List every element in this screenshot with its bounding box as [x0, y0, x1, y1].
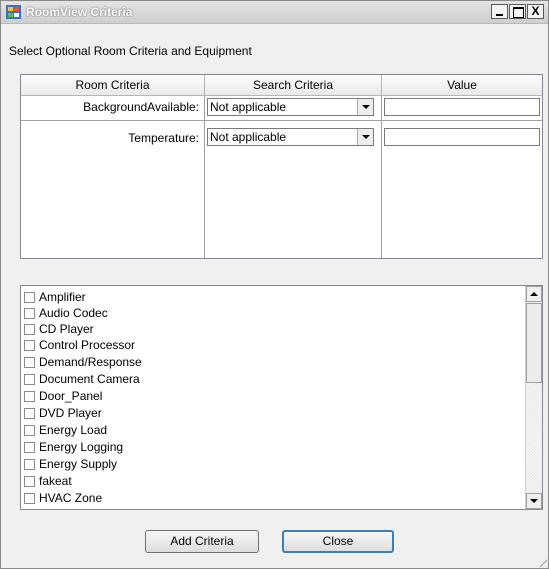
checkbox[interactable] [24, 458, 35, 470]
equipment-label: Amplifier [39, 290, 86, 304]
equipment-label: fakeat [39, 474, 72, 488]
search-criteria-value: Not applicable [210, 100, 287, 114]
checkbox[interactable] [24, 441, 35, 453]
header-search-criteria[interactable]: Search Criteria [205, 75, 382, 96]
list-item[interactable]: Amplifier [24, 289, 86, 305]
list-item[interactable]: Document Camera [24, 371, 140, 387]
equipment-label: Door_Panel [39, 389, 103, 403]
equipment-label: Energy Load [39, 423, 108, 437]
header-room-criteria[interactable]: Room Criteria [21, 75, 205, 96]
checkbox[interactable] [24, 390, 35, 402]
scroll-up-button[interactable] [526, 286, 542, 302]
checkbox[interactable] [24, 475, 35, 487]
checkbox[interactable] [24, 356, 35, 368]
add-criteria-button[interactable]: Add Criteria [145, 530, 259, 553]
list-item[interactable]: Demand/Response [24, 354, 142, 370]
equipment-checklist[interactable]: Amplifier Audio Codec CD Player Control … [20, 285, 543, 510]
title-bar[interactable]: RoomView Criteria X [1, 1, 548, 24]
list-item[interactable]: Door_Panel [24, 388, 102, 404]
list-item[interactable]: Energy Supply [24, 456, 117, 472]
equipment-label: CD Player [39, 322, 94, 336]
search-criteria-value: Not applicable [210, 130, 287, 144]
criteria-grid: Room Criteria Search Criteria Value Back… [20, 74, 543, 259]
criteria-label-background-available: BackgroundAvailable: [83, 100, 199, 114]
resize-grip[interactable] [534, 554, 547, 567]
instruction-label: Select Optional Room Criteria and Equipm… [9, 44, 252, 58]
checkbox[interactable] [24, 373, 35, 385]
list-item[interactable]: HVAC Zone [24, 490, 102, 506]
scroll-down-button[interactable] [526, 493, 542, 509]
list-item[interactable]: DVD Player [24, 405, 102, 421]
window-title: RoomView Criteria [26, 5, 133, 19]
checkbox[interactable] [24, 291, 35, 303]
equipment-label: Demand/Response [39, 355, 142, 369]
checkbox[interactable] [24, 307, 35, 319]
list-item[interactable]: Control Processor [24, 337, 135, 353]
equipment-label: Control Processor [39, 338, 136, 352]
maximize-button[interactable] [509, 4, 526, 19]
close-window-button[interactable]: X [527, 4, 544, 19]
list-item[interactable]: fakeat [24, 473, 72, 489]
vertical-scrollbar[interactable] [525, 286, 542, 509]
header-value[interactable]: Value [382, 75, 542, 96]
list-item[interactable]: Audio Codec [24, 305, 108, 321]
equipment-label: Audio Codec [39, 306, 108, 320]
checkbox[interactable] [24, 424, 35, 436]
equipment-label: Energy Logging [39, 440, 124, 454]
checkbox[interactable] [24, 339, 35, 351]
list-item[interactable]: Energy Load [24, 422, 107, 438]
grid-row-divider [21, 120, 542, 121]
search-criteria-select-temperature[interactable]: Not applicable [207, 128, 374, 146]
roomview-criteria-window: RoomView Criteria X Select Optional Room… [0, 0, 549, 569]
list-item[interactable]: CD Player [24, 321, 94, 337]
scroll-thumb[interactable] [526, 303, 542, 383]
window-controls: X [490, 4, 544, 20]
search-criteria-select-background-available[interactable]: Not applicable [207, 98, 374, 116]
equipment-label: DVD Player [39, 406, 102, 420]
criteria-label-temperature: Temperature: [128, 131, 199, 145]
checkbox[interactable] [24, 407, 35, 419]
equipment-label: HVAC Zone [39, 491, 103, 505]
value-field-background-available[interactable] [384, 98, 540, 116]
chevron-down-icon[interactable] [357, 99, 373, 115]
checkbox[interactable] [24, 492, 35, 504]
equipment-label: Energy Supply [39, 457, 118, 471]
equipment-label: Document Camera [39, 372, 140, 386]
minimize-button[interactable] [491, 4, 508, 19]
checkbox[interactable] [24, 323, 35, 335]
value-field-temperature[interactable] [384, 128, 540, 146]
chevron-down-icon[interactable] [357, 129, 373, 145]
app-icon [6, 5, 21, 19]
close-button[interactable]: Close [282, 530, 394, 553]
list-item[interactable]: Energy Logging [24, 439, 123, 455]
